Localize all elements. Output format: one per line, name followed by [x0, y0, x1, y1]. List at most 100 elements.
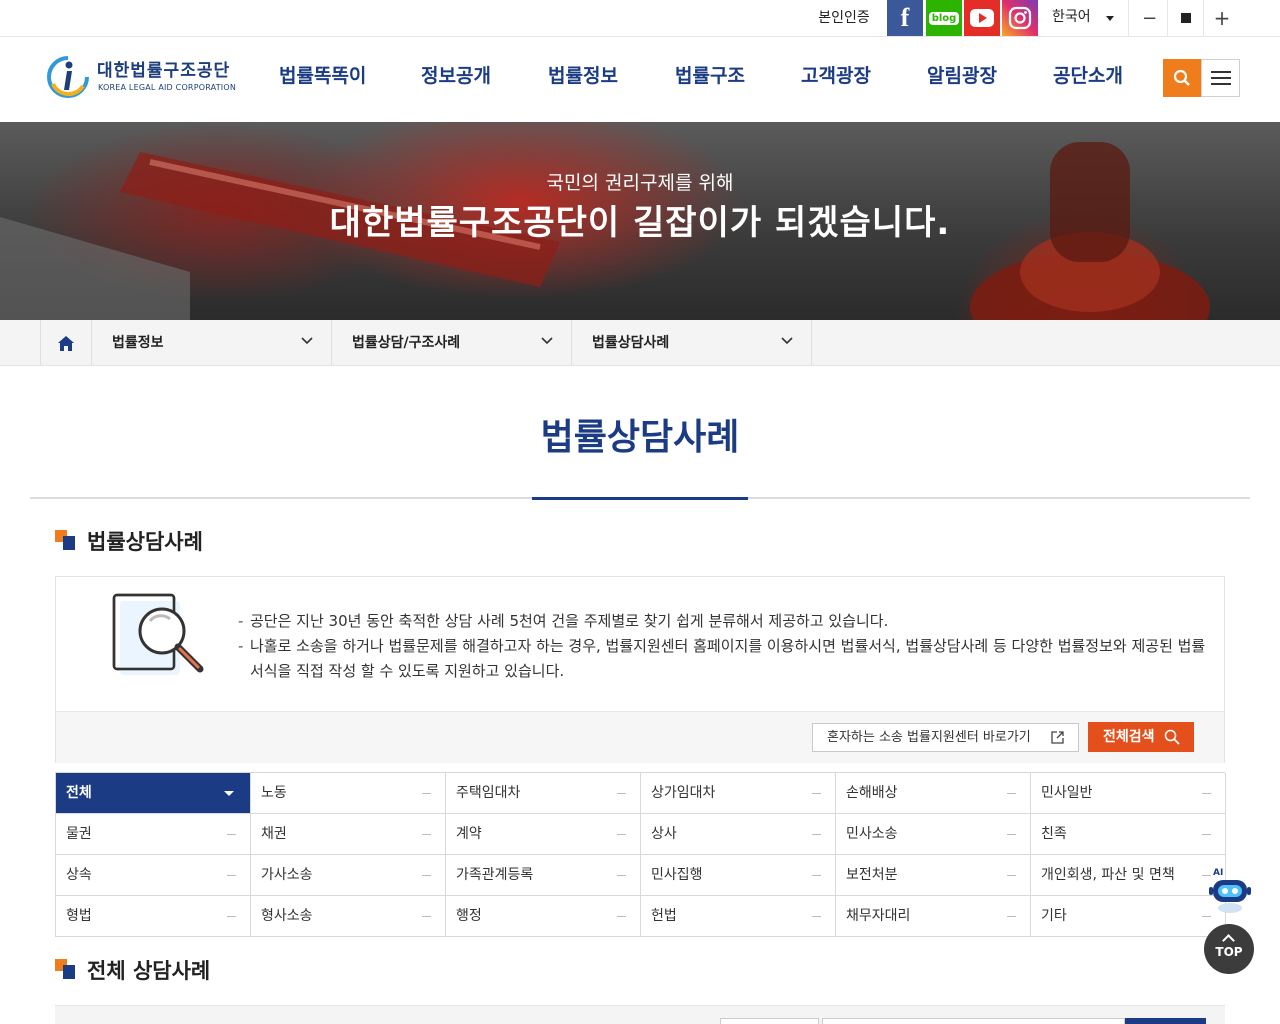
- category-tab[interactable]: 상사: [641, 814, 836, 855]
- dash-icon: [1007, 834, 1016, 835]
- search-submit-button[interactable]: [1125, 1018, 1206, 1024]
- breadcrumb-depth1-label: 법률정보: [112, 335, 164, 351]
- instagram-icon[interactable]: [1002, 0, 1038, 36]
- breadcrumb-depth3-label: 법률상담사례: [592, 335, 670, 351]
- category-tab[interactable]: 형사소송: [251, 896, 446, 937]
- section-heading: 전체 상담사례: [55, 955, 210, 985]
- intro-box: 공단은 지난 30년 동안 축적한 상담 사례 5천여 건을 주제별로 찾기 쉽…: [55, 576, 1225, 763]
- logo-emblem-icon: [47, 56, 89, 98]
- category-label: 물권: [66, 826, 92, 842]
- blog-icon-label: blog: [928, 11, 960, 25]
- category-label: 계약: [456, 826, 482, 842]
- gnb-item-legal-aid[interactable]: 법률구조: [675, 61, 745, 88]
- dash-icon: [812, 834, 821, 835]
- search-icon: [1173, 69, 1190, 86]
- category-tab[interactable]: 상가임대차: [641, 773, 836, 814]
- category-label: 형법: [66, 908, 92, 924]
- search-icon: [1164, 729, 1180, 745]
- breadcrumb-depth1[interactable]: 법률정보: [92, 320, 332, 366]
- category-tab[interactable]: 가사소송: [251, 855, 446, 896]
- facebook-icon[interactable]: f: [887, 0, 923, 36]
- caret-down-icon: [1106, 16, 1114, 21]
- category-tab[interactable]: 채권: [251, 814, 446, 855]
- category-label: 가족관계등록: [456, 867, 534, 883]
- intro-text: 공단은 지난 30년 동안 축적한 상담 사례 5천여 건을 주제별로 찾기 쉽…: [238, 609, 1208, 684]
- dash-icon: [617, 793, 626, 794]
- section-mark-icon: [55, 530, 75, 550]
- category-tab[interactable]: 계약: [446, 814, 641, 855]
- category-tab[interactable]: 민사일반: [1031, 773, 1226, 814]
- dash-icon: [617, 875, 626, 876]
- dash-icon: [1202, 793, 1211, 794]
- external-link-icon: [1051, 731, 1064, 744]
- dash-icon: [227, 875, 236, 876]
- scroll-top-button[interactable]: TOP: [1204, 924, 1254, 974]
- category-tab[interactable]: 채무자대리: [836, 896, 1031, 937]
- hero-subtitle: 국민의 권리구제를 위해: [546, 172, 734, 194]
- youtube-icon[interactable]: [964, 0, 1000, 36]
- category-label: 행정: [456, 908, 482, 924]
- logo[interactable]: 대한법률구조공단 KOREA LEGAL AID CORPORATION: [45, 54, 245, 100]
- category-tab[interactable]: 헌법: [641, 896, 836, 937]
- dash-icon: [422, 916, 431, 917]
- dash-icon: [1202, 916, 1211, 917]
- category-tab[interactable]: 개인회생, 파산 및 면책: [1031, 855, 1226, 896]
- gnb-item-legal-smart[interactable]: 법률똑똑이: [279, 61, 366, 88]
- all-search-label: 전체검색: [1103, 729, 1155, 745]
- square-icon: [1180, 13, 1191, 23]
- dash-icon: [422, 793, 431, 794]
- dash-icon: [422, 875, 431, 876]
- category-label: 보전처분: [846, 867, 898, 883]
- category-tab[interactable]: 물권: [56, 814, 251, 855]
- category-tab[interactable]: 민사소송: [836, 814, 1031, 855]
- blog-icon[interactable]: blog: [926, 0, 962, 36]
- zoom-out-button[interactable]: −: [1132, 0, 1168, 36]
- breadcrumb-depth3[interactable]: 법률상담사례: [572, 320, 812, 366]
- self-litigation-center-link[interactable]: 혼자하는 소송 법률지원센터 바로가기: [812, 723, 1079, 752]
- language-select[interactable]: 한국어: [1041, 0, 1129, 36]
- home-button[interactable]: [40, 320, 92, 366]
- category-tab[interactable]: 기타: [1031, 896, 1226, 937]
- category-tab[interactable]: 상속: [56, 855, 251, 896]
- category-tab[interactable]: 친족: [1031, 814, 1226, 855]
- category-label: 상사: [651, 826, 677, 842]
- category-tab[interactable]: 민사집행: [641, 855, 836, 896]
- all-menu-button[interactable]: [1201, 59, 1240, 97]
- category-tab[interactable]: 행정: [446, 896, 641, 937]
- gnb-item-info-disclosure[interactable]: 정보공개: [421, 61, 491, 88]
- category-grid: 전체 노동 주택임대차 상가임대차 손해배상 민사일반 물권 채권 계약 상사 …: [55, 772, 1226, 937]
- category-label: 가사소송: [261, 867, 313, 883]
- category-tab[interactable]: 손해배상: [836, 773, 1031, 814]
- header-search-button[interactable]: [1163, 59, 1201, 97]
- category-tab[interactable]: 주택임대차: [446, 773, 641, 814]
- category-tab[interactable]: 가족관계등록: [446, 855, 641, 896]
- gnb-item-legal-info[interactable]: 법률정보: [548, 61, 618, 88]
- category-label: 기타: [1041, 908, 1067, 924]
- search-keyword-input[interactable]: [822, 1018, 1125, 1024]
- language-label: 한국어: [1052, 9, 1091, 25]
- category-label: 채무자대리: [846, 908, 911, 924]
- category-tab[interactable]: 형법: [56, 896, 251, 937]
- robot-icon: [1209, 880, 1251, 913]
- category-tab[interactable]: 노동: [251, 773, 446, 814]
- identity-verification-link[interactable]: 본인인증: [803, 0, 885, 36]
- category-label: 상가임대차: [651, 785, 716, 801]
- home-icon: [58, 335, 74, 351]
- zoom-reset-button[interactable]: [1168, 0, 1204, 36]
- section-mark-icon: [55, 959, 75, 979]
- dash-icon: [227, 916, 236, 917]
- breadcrumb-depth2[interactable]: 법률상담/구조사례: [332, 320, 572, 366]
- category-label: 손해배상: [846, 785, 898, 801]
- category-tab[interactable]: 보전처분: [836, 855, 1031, 896]
- zoom-in-button[interactable]: +: [1204, 0, 1240, 36]
- search-type-select[interactable]: [720, 1018, 819, 1024]
- gnb-item-customer-plaza[interactable]: 고객광장: [801, 61, 871, 88]
- all-search-button[interactable]: 전체검색: [1088, 722, 1194, 752]
- ai-chatbot-button[interactable]: AI: [1205, 866, 1255, 916]
- category-label: 헌법: [651, 908, 677, 924]
- gnb-item-notice-plaza[interactable]: 알림광장: [927, 61, 997, 88]
- dash-icon: [227, 834, 236, 835]
- gnb-item-about[interactable]: 공단소개: [1053, 61, 1123, 88]
- category-label: 개인회생, 파산 및 면책: [1041, 867, 1175, 883]
- category-tab-all[interactable]: 전체: [56, 773, 251, 814]
